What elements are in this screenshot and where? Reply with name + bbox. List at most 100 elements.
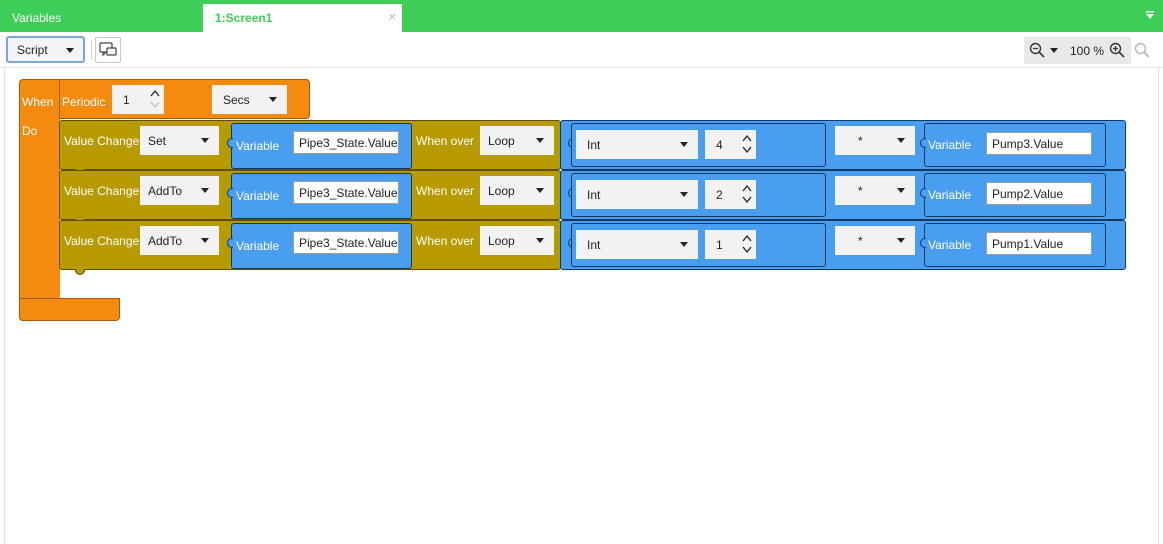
period-unit-dropdown[interactable]: Secs [212,85,287,114]
when-over-dropdown[interactable]: Loop [480,226,554,255]
comment-icon [99,42,117,57]
tab-screen1[interactable]: 1:Screen1 × [203,4,402,32]
chevron-down-icon [536,138,544,143]
chevron-down-icon [680,242,688,247]
mode-value: AddTo [148,234,183,248]
mode-value: AddTo [148,184,183,198]
type-dropdown[interactable]: Int [576,180,698,209]
operator-dropdown[interactable]: * [835,176,915,205]
number-stepper[interactable]: 4 [705,130,756,159]
type-dropdown[interactable]: Int [576,230,698,259]
when-over-label: When over [416,134,475,148]
zoom-in-icon[interactable] [1109,42,1125,58]
target-variable-field[interactable]: Pipe3_State.Value [293,181,399,204]
mode-dropdown[interactable]: AddTo [140,226,219,255]
chevron-down-icon [536,188,544,193]
chevron-down-icon [680,142,688,147]
block-connector [227,138,233,148]
operator-dropdown[interactable]: * [835,126,915,155]
toolbar-divider [91,40,92,60]
zoom-dropdown-icon[interactable] [1050,48,1058,53]
comment-button[interactable] [95,37,121,63]
when-block-footer [19,298,120,321]
type-value: Int [587,238,601,252]
zoom-control: 100 % [1024,37,1131,64]
number-stepper[interactable]: 1 [705,230,756,259]
do-label: Do [22,124,38,138]
when-over-label: When over [416,234,475,248]
operator-value: * [858,184,863,198]
variable-label: Variable [928,238,972,252]
script-dropdown-value: Script [17,43,48,57]
toolbar: Script 100 % [0,32,1163,68]
zoom-level: 100 % [1070,44,1105,58]
type-dropdown[interactable]: Int [576,130,698,159]
operator-value: * [858,134,863,148]
value-change-label: Value Change [64,184,140,198]
chevron-down-icon [897,188,905,193]
chevron-down-icon [201,138,209,143]
type-value: Int [587,188,601,202]
number-value: 4 [716,138,723,152]
when-over-value: Loop [488,184,515,198]
chevron-down-icon [66,48,74,53]
stepper-arrows-icon[interactable] [742,133,752,155]
when-over-label: When over [416,184,475,198]
value-change-label: Value Change [64,234,140,248]
chevron-down-icon [680,192,688,197]
chevron-down-icon [201,188,209,193]
when-block[interactable] [19,79,60,321]
script-dropdown[interactable]: Script [6,36,85,63]
block-connector [920,238,926,248]
variable-label: Variable [236,239,280,253]
stepper-arrows-icon[interactable] [150,88,160,110]
operator-value: * [858,234,863,248]
zoom-reset-icon[interactable] [1134,42,1150,58]
number-value: 2 [716,188,723,202]
variable-label: Variable [928,138,972,152]
tab-variables[interactable]: Variables [0,4,200,32]
script-canvas[interactable]: When Do Periodic 1 Secs Value Change Set… [4,68,1159,544]
number-value: 1 [716,238,723,252]
value-change-label: Value Change [64,134,140,148]
chevron-down-icon [897,138,905,143]
chevron-down-icon [201,238,209,243]
when-over-dropdown[interactable]: Loop [480,176,554,205]
mode-dropdown[interactable]: AddTo [140,176,219,205]
tab-overflow-menu-icon[interactable] [1145,10,1155,23]
variable-label: Variable [236,189,280,203]
periodic-label: Periodic [62,95,106,109]
source-variable-field[interactable]: Pump2.Value [986,182,1092,205]
target-variable-field[interactable]: Pipe3_State.Value [293,231,399,254]
variable-label: Variable [928,188,972,202]
zoom-out-icon[interactable] [1029,42,1045,58]
mode-value: Set [148,134,167,148]
block-connector [227,238,233,248]
chevron-down-icon [897,238,905,243]
close-icon[interactable]: × [388,9,396,24]
block-notch [75,269,85,275]
variable-label: Variable [236,139,280,153]
source-variable-field[interactable]: Pump3.Value [986,132,1092,155]
source-variable-field[interactable]: Pump1.Value [986,232,1092,255]
when-over-value: Loop [488,234,515,248]
tab-variables-label: Variables [12,11,62,25]
chevron-down-icon [536,238,544,243]
stepper-arrows-icon[interactable] [742,233,752,255]
period-stepper[interactable]: 1 [112,85,164,114]
period-unit-value: Secs [223,93,250,107]
when-over-dropdown[interactable]: Loop [480,126,554,155]
type-value: Int [587,138,601,152]
when-over-value: Loop [488,134,515,148]
when-label: When [22,95,54,109]
target-variable-field[interactable]: Pipe3_State.Value [293,131,399,154]
chevron-down-icon [269,97,277,102]
block-connector [920,138,926,148]
block-connector [227,188,233,198]
stepper-arrows-icon[interactable] [742,183,752,205]
mode-dropdown[interactable]: Set [140,126,219,155]
number-stepper[interactable]: 2 [705,180,756,209]
block-connector [920,188,926,198]
operator-dropdown[interactable]: * [835,226,915,255]
period-value: 1 [123,93,130,107]
